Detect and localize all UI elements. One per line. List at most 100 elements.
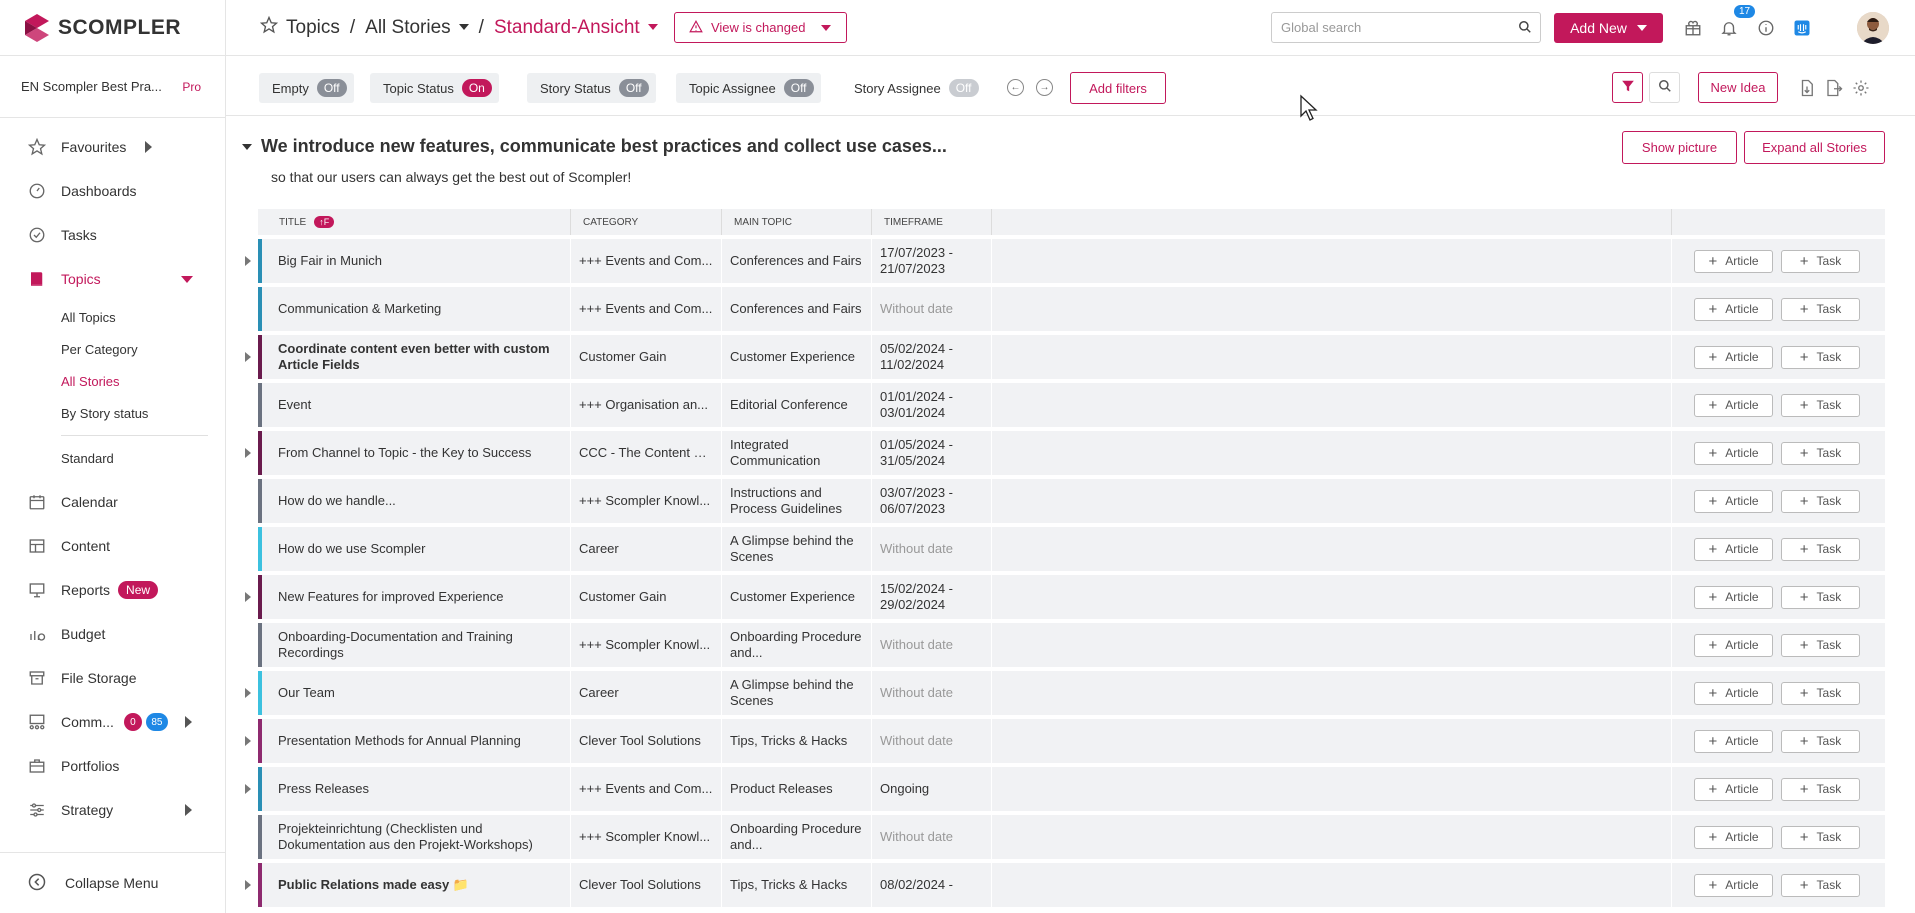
sidebar-item-community[interactable]: Comm... 0 85 — [0, 700, 225, 744]
sidebar-item-budget[interactable]: Budget — [0, 612, 225, 656]
sidebar-subitem-per-category[interactable]: Per Category — [0, 333, 225, 365]
table-row[interactable]: New Features for improved Experience Cust… — [245, 575, 1885, 619]
table-row[interactable]: Projekteinrichtung (Checklisten und Doku… — [258, 815, 1885, 859]
user-avatar[interactable] — [1857, 12, 1889, 44]
expand-row-icon[interactable] — [245, 784, 251, 794]
add-task-button[interactable]: + Task — [1781, 681, 1860, 705]
filter-chip-topic-status[interactable]: Topic Status On — [370, 73, 499, 103]
sidebar-subitem-standard[interactable]: Standard — [0, 442, 225, 474]
story-title[interactable]: Coordinate content even better with cust… — [262, 335, 572, 379]
add-task-button[interactable]: + Task — [1781, 345, 1860, 369]
story-title[interactable]: Our Team — [262, 671, 572, 715]
add-task-button[interactable]: + Task — [1781, 777, 1860, 801]
expand-row-icon[interactable] — [245, 736, 251, 746]
add-article-button[interactable]: + Article — [1694, 633, 1773, 657]
add-article-button[interactable]: + Article — [1694, 585, 1773, 609]
bell-icon[interactable] — [1718, 17, 1740, 39]
sidebar-item-topics[interactable]: Topics — [0, 257, 225, 301]
add-article-button[interactable]: + Article — [1694, 249, 1773, 273]
add-task-button[interactable]: + Task — [1781, 249, 1860, 273]
story-title[interactable]: From Channel to Topic - the Key to Succe… — [262, 431, 572, 475]
add-article-button[interactable]: + Article — [1694, 393, 1773, 417]
table-row[interactable]: Onboarding-Documentation and Training Re… — [258, 623, 1885, 667]
favourite-star-icon[interactable] — [259, 15, 279, 40]
sidebar-item-portfolios[interactable]: Portfolios — [0, 744, 225, 788]
add-task-button[interactable]: + Task — [1781, 537, 1860, 561]
topic-heading[interactable]: We introduce new features, communicate b… — [242, 136, 947, 157]
filter-toggle[interactable]: Off — [316, 79, 347, 97]
add-article-button[interactable]: + Article — [1694, 441, 1773, 465]
import-icon[interactable] — [1798, 79, 1816, 97]
story-title[interactable]: Event — [262, 383, 572, 427]
add-new-button[interactable]: Add New — [1554, 13, 1663, 43]
table-row[interactable]: From Channel to Topic - the Key to Succe… — [245, 431, 1885, 475]
add-article-button[interactable]: + Article — [1694, 297, 1773, 321]
breadcrumb-all-stories[interactable]: All Stories — [365, 17, 469, 39]
view-changed-button[interactable]: View is changed — [673, 12, 847, 43]
story-title[interactable]: New Features for improved Experience — [262, 575, 572, 619]
sidebar-item-file-storage[interactable]: File Storage — [0, 656, 225, 700]
filter-chip-empty[interactable]: Empty Off — [259, 73, 354, 103]
expand-row-icon[interactable] — [245, 448, 251, 458]
filter-chip-topic-assignee[interactable]: Topic Assignee Off — [676, 73, 821, 103]
story-title[interactable]: Onboarding-Documentation and Training Re… — [262, 623, 572, 667]
add-task-button[interactable]: + Task — [1781, 633, 1860, 657]
export-icon[interactable] — [1825, 79, 1843, 97]
show-picture-button[interactable]: Show picture — [1622, 131, 1737, 164]
table-row[interactable]: Big Fair in Munich +++ Events and Com... C… — [245, 239, 1885, 283]
new-idea-button[interactable]: New Idea — [1698, 72, 1778, 103]
sidebar-subitem-by-story-status[interactable]: By Story status — [0, 397, 225, 429]
story-title[interactable]: Communication & Marketing — [262, 287, 572, 331]
expand-row-icon[interactable] — [245, 256, 251, 266]
table-row[interactable]: How do we handle... +++ Scompler Knowl...… — [258, 479, 1885, 523]
workspace-selector[interactable]: EN Scompler Best Pra... Pro — [0, 56, 225, 118]
add-article-button[interactable]: + Article — [1694, 537, 1773, 561]
expand-row-icon[interactable] — [245, 592, 251, 602]
filter-toggle[interactable]: Off — [618, 79, 649, 97]
filter-toggle-button[interactable] — [1612, 72, 1643, 103]
table-row[interactable]: Public Relations made easy 📁 Clever Tool … — [245, 863, 1885, 907]
add-task-button[interactable]: + Task — [1781, 873, 1860, 897]
table-row[interactable]: How do we use Scompler Career A Glimpse be… — [258, 527, 1885, 571]
story-title[interactable]: Presentation Methods for Annual Planning — [262, 719, 572, 763]
story-title[interactable]: How do we use Scompler — [262, 527, 572, 571]
view-selector[interactable]: Standard-Ansicht — [494, 17, 658, 39]
add-article-button[interactable]: + Article — [1694, 777, 1773, 801]
filter-toggle[interactable]: Off — [783, 79, 814, 97]
filter-chip-story-status[interactable]: Story Status Off — [527, 73, 656, 103]
sidebar-subitem-all-topics[interactable]: All Topics — [0, 301, 225, 333]
expand-row-icon[interactable] — [245, 880, 251, 890]
filter-chip-story-assignee[interactable]: Story Assignee Off — [841, 73, 986, 103]
story-title[interactable]: Press Releases — [262, 767, 572, 811]
add-article-button[interactable]: + Article — [1694, 489, 1773, 513]
settings-gear-icon[interactable] — [1852, 79, 1870, 97]
gift-icon[interactable] — [1682, 17, 1704, 39]
story-title[interactable]: Big Fair in Munich — [262, 239, 572, 283]
add-article-button[interactable]: + Article — [1694, 729, 1773, 753]
sidebar-item-tasks[interactable]: Tasks — [0, 213, 225, 257]
sidebar-item-dashboards[interactable]: Dashboards — [0, 169, 225, 213]
column-header-main-topic[interactable]: MAIN TOPIC — [721, 209, 871, 235]
app-logo[interactable]: SCOMPLER — [0, 0, 225, 56]
scroll-left-icon[interactable]: ← — [1007, 79, 1024, 96]
table-row[interactable]: Presentation Methods for Annual Planning… — [245, 719, 1885, 763]
add-article-button[interactable]: + Article — [1694, 825, 1773, 849]
column-header-title[interactable]: TITLE ↑F — [258, 209, 570, 235]
global-search-input[interactable]: Global search — [1271, 12, 1541, 43]
add-article-button[interactable]: + Article — [1694, 681, 1773, 705]
column-header-timeframe[interactable]: TIMEFRAME — [871, 209, 991, 235]
add-task-button[interactable]: + Task — [1781, 297, 1860, 321]
add-task-button[interactable]: + Task — [1781, 393, 1860, 417]
collapse-menu-button[interactable]: Collapse Menu — [0, 852, 225, 913]
filter-toggle[interactable]: Off — [948, 79, 979, 97]
expand-row-icon[interactable] — [245, 352, 251, 362]
sidebar-item-reports[interactable]: Reports New — [0, 568, 225, 612]
sidebar-subitem-all-stories[interactable]: All Stories — [0, 365, 225, 397]
sort-indicator-badge[interactable]: ↑F — [314, 216, 335, 228]
column-header-category[interactable]: CATEGORY — [570, 209, 721, 235]
sidebar-item-content[interactable]: Content — [0, 524, 225, 568]
add-article-button[interactable]: + Article — [1694, 345, 1773, 369]
breadcrumb-topics[interactable]: Topics — [286, 17, 340, 39]
add-task-button[interactable]: + Task — [1781, 729, 1860, 753]
table-row[interactable]: Press Releases +++ Events and Com... Produ… — [245, 767, 1885, 811]
